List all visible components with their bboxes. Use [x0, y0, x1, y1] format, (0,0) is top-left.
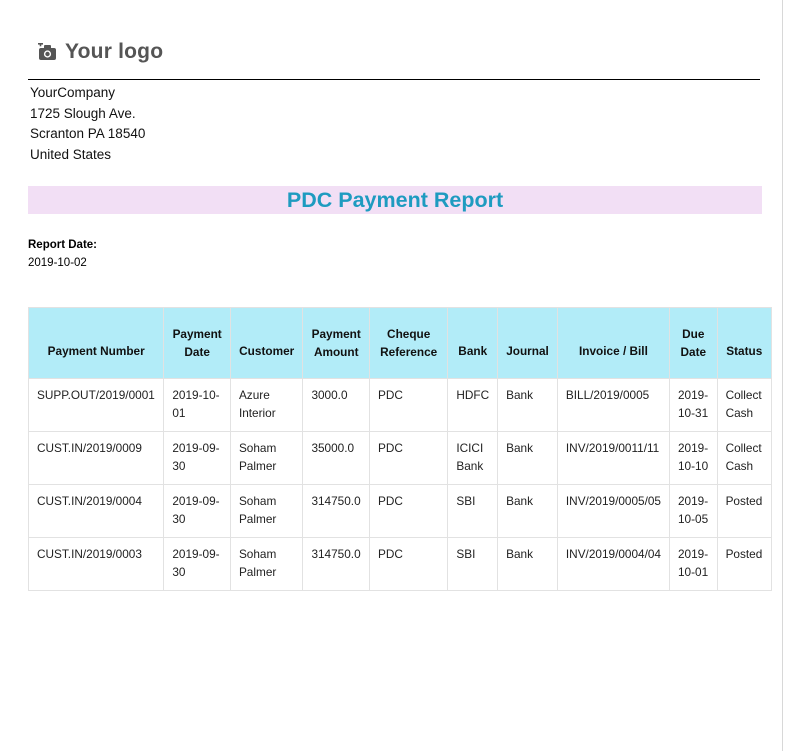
cell-journal: Bank	[497, 484, 558, 538]
header-payment-amount: Payment Amount	[302, 307, 371, 379]
report-date-label: Report Date:	[28, 239, 98, 251]
cell-payment-number: CUST.IN/2019/0003	[27, 537, 165, 591]
cell-cheque: PDC	[369, 431, 449, 485]
table-row: CUST.IN/2019/0009 2019-09- 30 Soham Palmer…	[27, 431, 773, 485]
table-row: SUPP.OUT/2019/0001 2019-10- 01 Azure Inter…	[27, 378, 773, 432]
cell-journal: Bank	[497, 537, 558, 591]
cell-payment-date: 2019-09- 30	[163, 431, 231, 485]
cell-customer: Soham Palmer	[229, 431, 304, 485]
page-edge	[782, 0, 783, 751]
cell-bank: HDFC	[447, 378, 499, 432]
cell-cheque: PDC	[369, 378, 449, 432]
header-payment-date: Payment Date	[163, 307, 231, 379]
cell-customer: Azure Interior	[229, 378, 304, 432]
cell-invoice: INV/2019/0004/04	[556, 537, 671, 591]
cell-amount: 314750.0	[302, 484, 371, 538]
company-city: Scranton PA 18540	[30, 126, 146, 141]
report-date-value: 2019-10-02	[28, 257, 87, 269]
cell-payment-number: CUST.IN/2019/0009	[27, 431, 165, 485]
title-band: PDC Payment Report	[28, 186, 762, 214]
cell-due-date: 2019- 10-31	[669, 378, 718, 432]
table-header-row: Payment Number Payment Date Customer Paym…	[27, 307, 773, 379]
table-row: CUST.IN/2019/0004 2019-09- 30 Soham Palmer…	[27, 484, 773, 538]
header-divider	[28, 79, 760, 80]
header-invoice-bill: Invoice / Bill	[556, 307, 671, 379]
company-address: YourCompany 1725 Slough Ave. Scranton PA…	[30, 83, 145, 165]
cell-payment-date: 2019-09- 30	[163, 537, 231, 591]
logo-text: Your logo	[65, 40, 164, 63]
header-cheque-reference: Cheque Reference	[369, 307, 449, 379]
cell-invoice: BILL/2019/0005	[556, 378, 671, 432]
cell-journal: Bank	[497, 378, 558, 432]
cell-bank: SBI	[447, 537, 499, 591]
cell-invoice: INV/2019/0011/11	[556, 431, 671, 485]
cell-payment-date: 2019-10- 01	[163, 378, 231, 432]
cell-invoice: INV/2019/0005/05	[556, 484, 671, 538]
cell-payment-date: 2019-09- 30	[163, 484, 231, 538]
header-payment-number: Payment Number	[27, 307, 165, 379]
company-logo: Your logo	[38, 40, 163, 64]
report-title: PDC Payment Report	[286, 187, 504, 212]
cell-amount: 314750.0	[302, 537, 371, 591]
cell-cheque: PDC	[369, 484, 449, 538]
cell-payment-number: SUPP.OUT/2019/0001	[27, 378, 165, 432]
header-status: Status	[716, 307, 773, 379]
company-name: YourCompany	[30, 85, 116, 100]
camera-icon	[38, 43, 56, 60]
payment-table: Payment Number Payment Date Customer Paym…	[27, 307, 773, 591]
header-journal: Journal	[497, 307, 558, 379]
cell-amount: 35000.0	[302, 431, 371, 485]
cell-customer: Soham Palmer	[229, 484, 304, 538]
cell-status: Collect Cash	[716, 378, 773, 432]
header-bank: Bank	[447, 307, 499, 379]
cell-status: Collect Cash	[716, 431, 773, 485]
company-country: United States	[30, 146, 112, 162]
cell-status: Posted	[716, 484, 773, 538]
company-street: 1725 Slough Ave.	[30, 105, 136, 121]
cell-cheque: PDC	[369, 537, 449, 591]
cell-due-date: 2019- 10-10	[669, 431, 718, 485]
cell-status: Posted	[716, 537, 773, 591]
cell-customer: Soham Palmer	[229, 537, 304, 591]
header-customer: Customer	[229, 307, 304, 379]
cell-bank: SBI	[447, 484, 499, 538]
table-row: CUST.IN/2019/0003 2019-09- 30 Soham Palmer…	[27, 537, 773, 591]
cell-due-date: 2019- 10-05	[669, 484, 718, 538]
cell-amount: 3000.0	[302, 378, 371, 432]
cell-journal: Bank	[497, 431, 558, 485]
cell-payment-number: CUST.IN/2019/0004	[27, 484, 165, 538]
header-due-date: Due Date	[669, 307, 718, 379]
cell-due-date: 2019- 10-01	[669, 537, 718, 591]
cell-bank: ICICI Bank	[447, 431, 499, 485]
